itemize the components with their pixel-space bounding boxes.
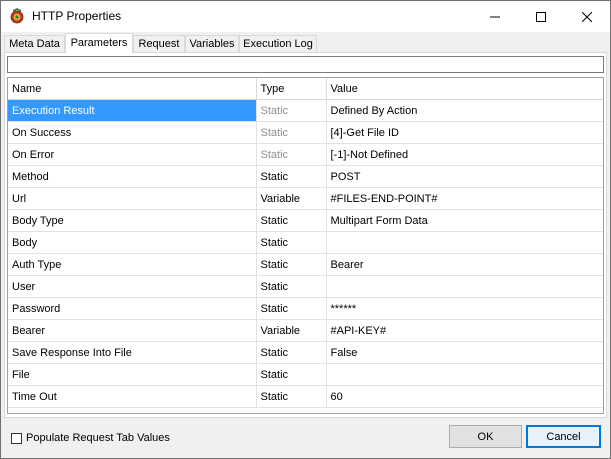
ok-button[interactable]: OK	[449, 425, 522, 448]
cell-name[interactable]: Password	[8, 297, 257, 320]
grid-header-row: Name Type Value	[8, 78, 603, 100]
cell-value[interactable]: POST	[326, 165, 603, 188]
cell-name[interactable]: Body Type	[8, 209, 257, 232]
tab-execution-log[interactable]: Execution Log	[239, 35, 317, 52]
populate-request-tab-label[interactable]: Populate Request Tab Values	[26, 432, 170, 444]
table-row[interactable]: Time Out Static 60	[8, 385, 603, 408]
table-row[interactable]: Execution Result Static Defined By Action	[8, 99, 603, 122]
cell-name[interactable]: Execution Result	[8, 99, 257, 122]
cell-type[interactable]: Static	[256, 253, 327, 276]
minimize-button[interactable]	[472, 1, 518, 32]
table-row[interactable]: Method Static POST	[8, 165, 603, 188]
table-row[interactable]: Url Variable #FILES-END-POINT#	[8, 187, 603, 210]
table-row[interactable]: On Success Static [4]-Get File ID	[8, 121, 603, 144]
cell-type[interactable]: Static	[256, 231, 327, 254]
window-title: HTTP Properties	[32, 9, 122, 23]
title-bar[interactable]: HTTP Properties	[1, 1, 610, 32]
table-row[interactable]: Bearer Variable #API-KEY#	[8, 319, 603, 342]
close-icon	[582, 11, 592, 22]
cell-type[interactable]: Static	[256, 363, 327, 386]
cell-type[interactable]: Static	[256, 275, 327, 298]
tab-meta-data[interactable]: Meta Data	[4, 35, 65, 52]
cell-type[interactable]: Static	[256, 99, 327, 122]
maximize-button[interactable]	[518, 1, 564, 32]
maximize-icon	[536, 11, 546, 22]
cell-name[interactable]: Method	[8, 165, 257, 188]
cell-value[interactable]: #API-KEY#	[326, 319, 603, 342]
cell-type[interactable]: Variable	[256, 319, 327, 342]
cell-value[interactable]	[326, 231, 603, 254]
tab-variables[interactable]: Variables	[185, 35, 239, 52]
cell-type[interactable]: Static	[256, 341, 327, 364]
cell-name[interactable]: Save Response Into File	[8, 341, 257, 364]
cell-name[interactable]: Time Out	[8, 385, 257, 408]
table-row[interactable]: Body Type Static Multipart Form Data	[8, 209, 603, 232]
column-header-type[interactable]: Type	[256, 78, 327, 100]
cell-value[interactable]: False	[326, 341, 603, 364]
table-row[interactable]: Auth Type Static Bearer	[8, 253, 603, 276]
table-row[interactable]: Body Static	[8, 231, 603, 254]
table-row[interactable]: User Static	[8, 275, 603, 298]
cell-value[interactable]: ******	[326, 297, 603, 320]
populate-request-tab-checkbox-group[interactable]: Populate Request Tab Values	[11, 431, 170, 445]
cell-name[interactable]: Bearer	[8, 319, 257, 342]
table-row[interactable]: On Error Static [-1]-Not Defined	[8, 143, 603, 166]
cell-value[interactable]: 60	[326, 385, 603, 408]
cell-value[interactable]: #FILES-END-POINT#	[326, 187, 603, 210]
cell-type[interactable]: Static	[256, 209, 327, 232]
column-header-value[interactable]: Value	[326, 78, 603, 100]
parameters-grid[interactable]: Name Type Value Execution Result Static De…	[7, 77, 604, 414]
table-row[interactable]: Save Response Into File Static False	[8, 341, 603, 364]
http-properties-window: HTTP Properties Meta Data Parameters Req…	[0, 0, 611, 459]
cell-value[interactable]: Defined By Action	[326, 99, 603, 122]
cell-name[interactable]: User	[8, 275, 257, 298]
close-button[interactable]	[564, 1, 610, 32]
cell-type[interactable]: Static	[256, 143, 327, 166]
column-header-name[interactable]: Name	[8, 78, 257, 100]
cell-name[interactable]: Auth Type	[8, 253, 257, 276]
cell-type[interactable]: Static	[256, 165, 327, 188]
populate-request-tab-checkbox[interactable]	[11, 432, 22, 444]
table-row[interactable]: File Static	[8, 363, 603, 386]
cell-value[interactable]: [4]-Get File ID	[326, 121, 603, 144]
table-row[interactable]: Password Static ******	[8, 297, 603, 320]
cell-value[interactable]: Bearer	[326, 253, 603, 276]
cell-value[interactable]	[326, 275, 603, 298]
parameters-pane: Name Type Value Execution Result Static De…	[4, 52, 607, 418]
cell-type[interactable]: Variable	[256, 187, 327, 210]
cell-value[interactable]: [-1]-Not Defined	[326, 143, 603, 166]
cell-name[interactable]: On Success	[8, 121, 257, 144]
cell-type[interactable]: Static	[256, 297, 327, 320]
cell-type[interactable]: Static	[256, 121, 327, 144]
cell-name[interactable]: On Error	[8, 143, 257, 166]
cell-value[interactable]	[326, 363, 603, 386]
tab-request[interactable]: Request	[133, 35, 185, 52]
cell-name[interactable]: Url	[8, 187, 257, 210]
tab-strip: Meta Data Parameters Request Variables E…	[4, 33, 604, 53]
cell-type[interactable]: Static	[256, 385, 327, 408]
http-properties-app-icon	[9, 8, 25, 24]
tab-parameters[interactable]: Parameters	[65, 33, 133, 53]
cell-name[interactable]: Body	[8, 231, 257, 254]
cancel-button[interactable]: Cancel	[526, 425, 601, 448]
filter-input[interactable]	[7, 56, 604, 73]
minimize-icon	[490, 12, 500, 22]
cell-value[interactable]: Multipart Form Data	[326, 209, 603, 232]
cell-name[interactable]: File	[8, 363, 257, 386]
